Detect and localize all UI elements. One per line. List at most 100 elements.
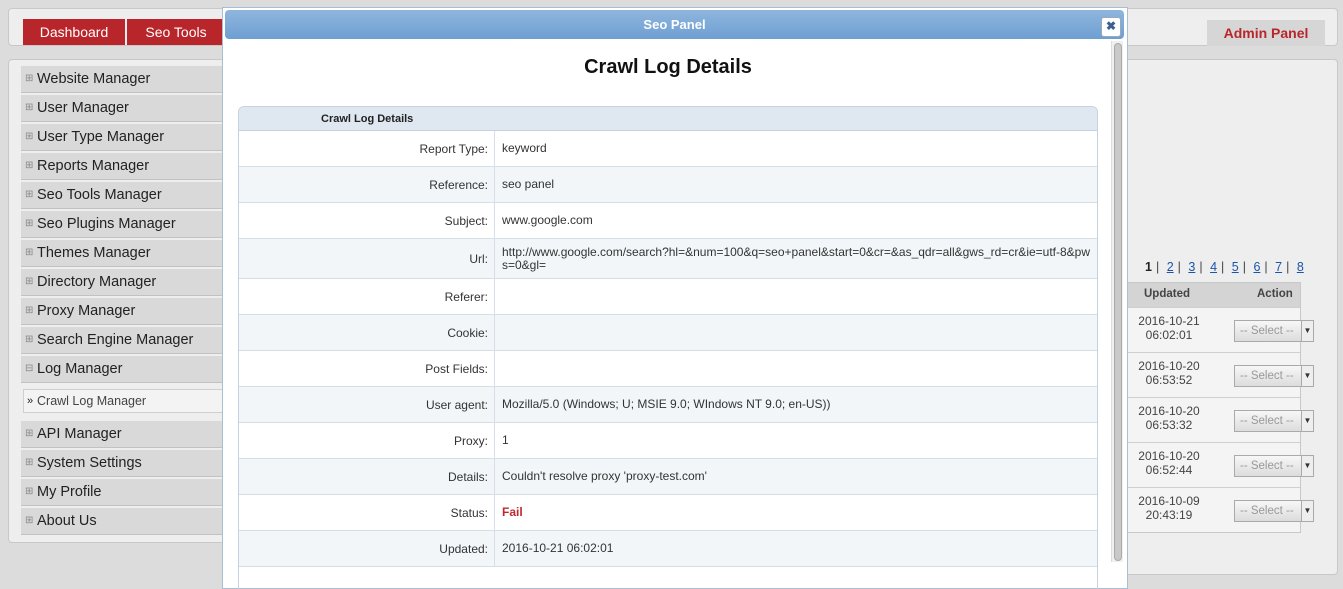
sidebar-item-label: API Manager (37, 426, 122, 442)
detail-row-subject: Subject: www.google.com (239, 203, 1097, 239)
sidebar-item-log-manager[interactable]: ⊟ Log Manager (21, 356, 233, 383)
page-separator: | (1221, 260, 1225, 274)
page-separator: | (1242, 260, 1246, 274)
status-badge: Fail (502, 505, 523, 519)
detail-value (502, 315, 1092, 350)
page-link[interactable]: 5 (1232, 260, 1239, 274)
sidebar-item-website-manager[interactable]: ⊞ Website Manager (21, 66, 233, 93)
column-header-updated: Updated (1144, 288, 1190, 300)
page-separator: | (1199, 260, 1203, 274)
detail-label: User agent: (239, 387, 495, 422)
detail-row-post-fields: Post Fields: (239, 351, 1097, 387)
sidebar-item-proxy-manager[interactable]: ⊞ Proxy Manager (21, 298, 233, 325)
updated-cell: 2016-10-20 06:53:32 (1138, 404, 1200, 432)
sidebar-item-user-manager[interactable]: ⊞ User Manager (21, 95, 233, 122)
detail-label: Details: (239, 459, 495, 494)
sidebar-item-label: User Manager (37, 100, 129, 116)
sidebar-item-user-type-manager[interactable]: ⊞ User Type Manager (21, 124, 233, 151)
detail-value: http://www.google.com/search?hl=&num=100… (502, 244, 1091, 272)
sidebar-subitem-label: Crawl Log Manager (37, 394, 147, 408)
page-link[interactable]: 4 (1210, 260, 1217, 274)
page-current: 1 (1145, 260, 1152, 274)
details-section-header: Crawl Log Details (239, 107, 1097, 131)
action-select[interactable]: -- Select -- ▼ (1234, 410, 1314, 432)
sidebar-item-api-manager[interactable]: ⊞ API Manager (21, 421, 233, 448)
page-link[interactable]: 6 (1253, 260, 1260, 274)
expand-plus-icon: ⊞ (25, 334, 34, 345)
expand-plus-icon: ⊞ (25, 160, 34, 171)
chevron-down-icon: ▼ (1301, 456, 1313, 476)
action-select[interactable]: -- Select -- ▼ (1234, 455, 1314, 477)
detail-value: Mozilla/5.0 (Windows; U; MSIE 9.0; WIndo… (502, 397, 831, 411)
expand-plus-icon: ⊞ (25, 73, 34, 84)
sidebar-item-my-profile[interactable]: ⊞ My Profile (21, 479, 233, 506)
detail-value (502, 279, 1092, 314)
expand-plus-icon: ⊞ (25, 189, 34, 200)
page-link[interactable]: 3 (1188, 260, 1195, 274)
updated-cell: 2016-10-09 20:43:19 (1138, 494, 1200, 522)
expand-plus-icon: ⊞ (25, 218, 34, 229)
detail-value: 2016-10-21 06:02:01 (502, 541, 614, 555)
detail-value: 1 (502, 433, 509, 447)
detail-label: Subject: (239, 203, 495, 238)
sidebar-item-seo-tools-manager[interactable]: ⊞ Seo Tools Manager (21, 182, 233, 209)
sidebar-item-reports-manager[interactable]: ⊞ Reports Manager (21, 153, 233, 180)
sidebar-item-label: Log Manager (37, 361, 123, 377)
sidebar-item-label: Search Engine Manager (37, 332, 194, 348)
dialog-scrollbar[interactable] (1111, 41, 1123, 562)
detail-value: www.google.com (502, 213, 593, 227)
sidebar-subitem-crawl-log-manager[interactable]: » Crawl Log Manager (23, 389, 233, 413)
page-separator: | (1264, 260, 1268, 274)
pagination: 1 | 2 | 3 | 4 | 5 | 6 | 7 | 8 (1143, 260, 1306, 274)
tab-dashboard[interactable]: Dashboard (23, 19, 125, 45)
close-icon[interactable]: ✖ (1101, 17, 1121, 37)
sidebar-item-label: My Profile (37, 484, 102, 500)
sidebar-item-about-us[interactable]: ⊞ About Us (21, 508, 233, 535)
detail-row-proxy: Proxy: 1 (239, 423, 1097, 459)
expand-plus-icon: ⊞ (25, 131, 34, 142)
expand-plus-icon: ⊞ (25, 428, 34, 439)
expand-plus-icon: ⊞ (25, 276, 34, 287)
sidebar-item-system-settings[interactable]: ⊞ System Settings (21, 450, 233, 477)
sidebar-item-label: System Settings (37, 455, 142, 471)
chevron-down-icon: ▼ (1301, 501, 1313, 521)
detail-row-cookie: Cookie: (239, 315, 1097, 351)
detail-label: Referer: (239, 279, 495, 314)
tab-admin-panel[interactable]: Admin Panel (1207, 20, 1325, 46)
page-link[interactable]: 2 (1167, 260, 1174, 274)
chevron-down-icon: ▼ (1301, 366, 1313, 386)
detail-row-updated: Updated: 2016-10-21 06:02:01 (239, 531, 1097, 567)
dialog-title-bar[interactable]: Seo Panel ✖ (225, 10, 1124, 39)
expand-plus-icon: ⊞ (25, 515, 34, 526)
detail-value: Couldn't resolve proxy 'proxy-test.com' (502, 469, 707, 483)
sidebar-item-label: Seo Plugins Manager (37, 216, 176, 232)
sidebar-item-directory-manager[interactable]: ⊞ Directory Manager (21, 269, 233, 296)
table-row: 2016-10-09 20:43:19 -- Select -- ▼ (1127, 487, 1314, 532)
sidebar-item-search-engine-manager[interactable]: ⊞ Search Engine Manager (21, 327, 233, 354)
crawl-log-table: Updated Action 2016-10-21 06:02:01 -- Sel… (1126, 282, 1314, 533)
detail-value: seo panel (502, 177, 555, 191)
expand-plus-icon: ⊞ (25, 102, 34, 113)
detail-row-reference: Reference: seo panel (239, 167, 1097, 203)
detail-row-details: Details: Couldn't resolve proxy 'proxy-te… (239, 459, 1097, 495)
detail-label: Reference: (239, 167, 495, 202)
detail-label: Status: (239, 495, 495, 530)
sidebar-item-themes-manager[interactable]: ⊞ Themes Manager (21, 240, 233, 267)
updated-cell: 2016-10-21 06:02:01 (1138, 314, 1200, 342)
action-select[interactable]: -- Select -- ▼ (1234, 320, 1314, 342)
scrollbar-thumb[interactable] (1114, 43, 1122, 561)
chevron-down-icon: ▼ (1301, 321, 1313, 341)
detail-label: Updated: (239, 531, 495, 566)
sidebar-item-label: Directory Manager (37, 274, 157, 290)
detail-value: keyword (502, 141, 547, 155)
action-select[interactable]: -- Select -- ▼ (1234, 500, 1314, 522)
tab-seo-tools[interactable]: Seo Tools (127, 19, 225, 45)
page-link[interactable]: 8 (1297, 260, 1304, 274)
detail-row-user-agent: User agent: Mozilla/5.0 (Windows; U; MSIE… (239, 387, 1097, 423)
page-link[interactable]: 7 (1275, 260, 1282, 274)
sidebar-item-seo-plugins-manager[interactable]: ⊞ Seo Plugins Manager (21, 211, 233, 238)
action-select[interactable]: -- Select -- ▼ (1234, 365, 1314, 387)
sidebar-item-label: About Us (37, 513, 97, 529)
detail-label: Proxy: (239, 423, 495, 458)
sidebar-menu: ⊞ Website Manager ⊞ User Manager ⊞ User Typ… (8, 59, 233, 543)
